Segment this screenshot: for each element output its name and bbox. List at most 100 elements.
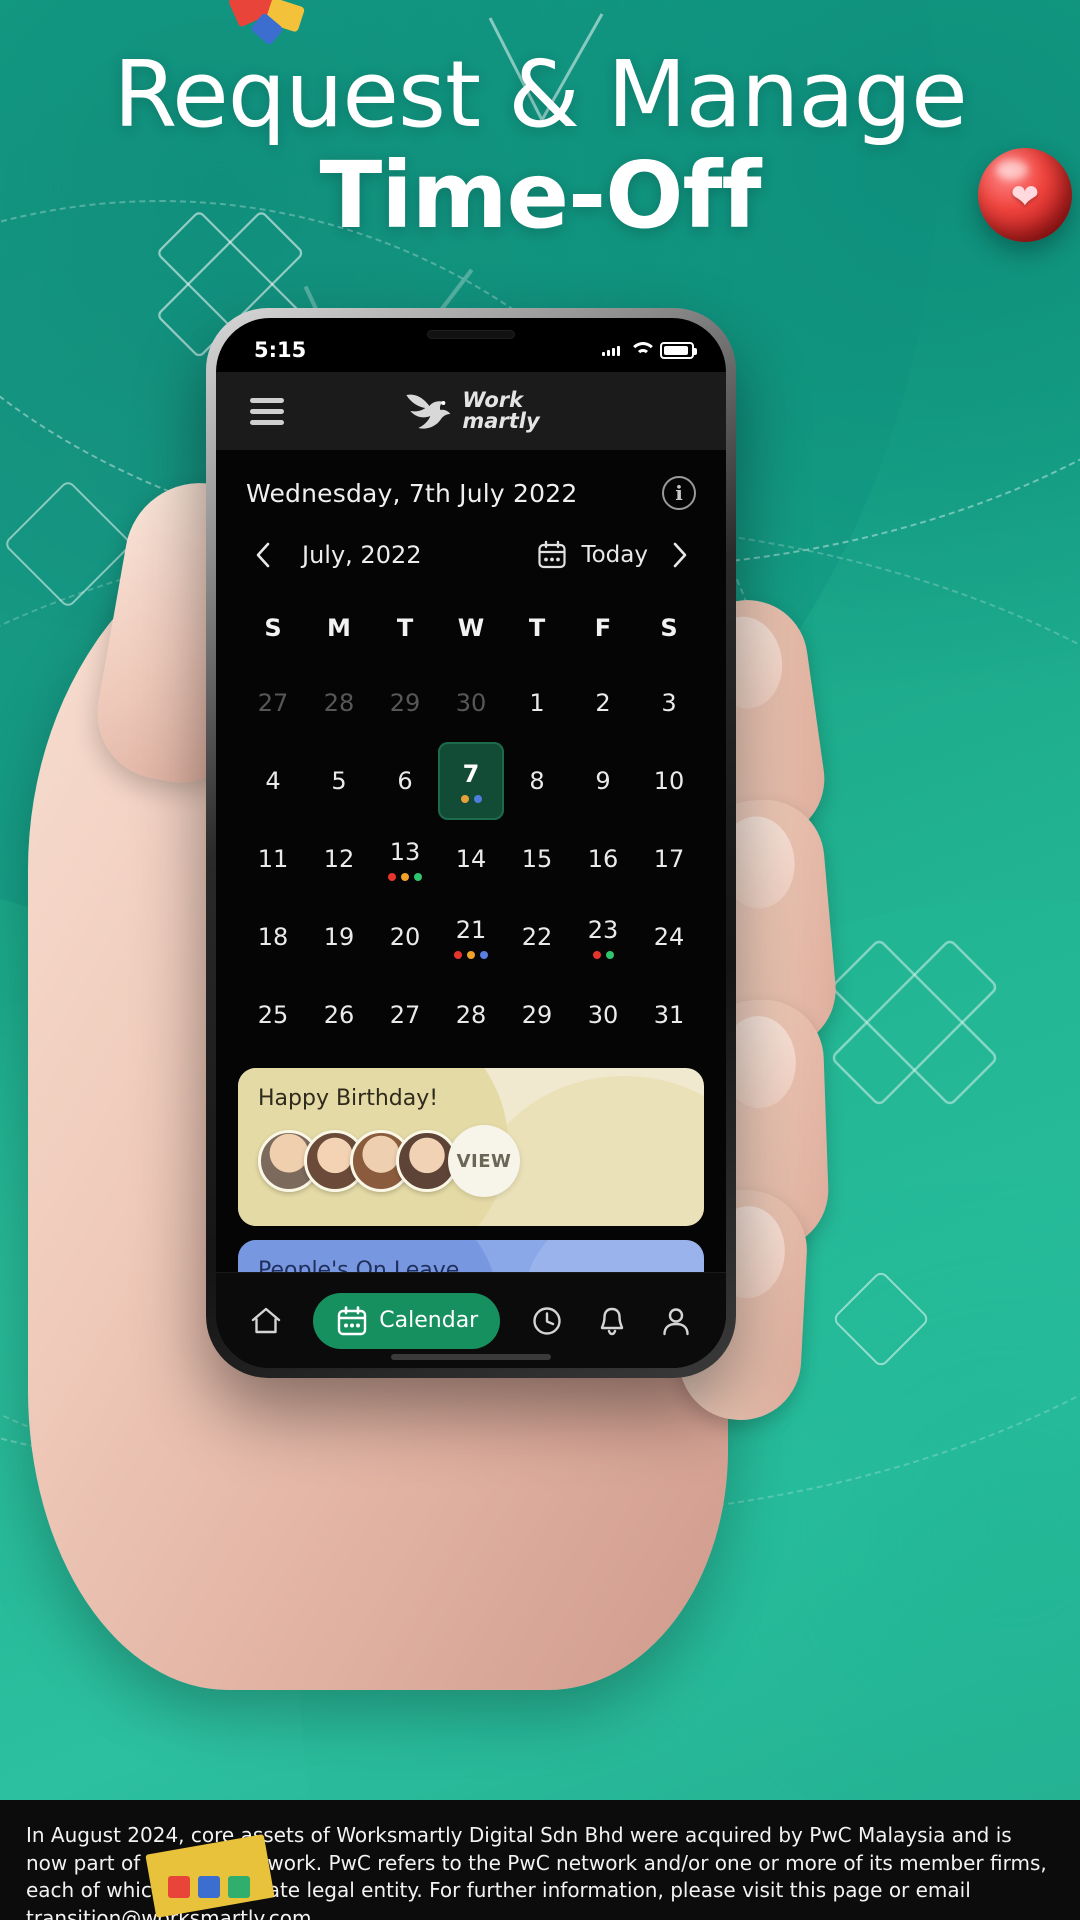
hand-holding-phone: 5:15 Work martly Wednesday, 7th July 202…	[0, 300, 1080, 1920]
calendar-day[interactable]: 24	[636, 898, 702, 976]
today-button[interactable]: Today	[537, 538, 696, 572]
card-title: Happy Birthday!	[258, 1086, 439, 1111]
home-indicator	[391, 1354, 551, 1360]
weekday-label: T	[528, 614, 546, 642]
event-dots	[454, 950, 488, 959]
promo-page: Request & Manage Time-Off ❤ 5:15 Work ma…	[0, 0, 1080, 1920]
headline-line-2: Time-Off	[319, 141, 762, 249]
calendar-day[interactable]: 28	[438, 976, 504, 1054]
calendar-day-number: 15	[521, 845, 553, 873]
month-navigation: July, 2022 Today	[216, 516, 726, 582]
calendar-day[interactable]: 28	[306, 664, 372, 742]
event-dot	[388, 872, 396, 881]
calendar-day-number: 22	[521, 923, 553, 951]
event-dot	[592, 950, 601, 959]
calendar-day[interactable]: 2	[570, 664, 636, 742]
info-icon[interactable]: i	[662, 476, 696, 510]
event-dot	[401, 872, 409, 881]
calendar-day[interactable]: 6	[372, 742, 438, 820]
month-label: July, 2022	[302, 541, 422, 569]
nav-label-calendar: Calendar	[379, 1308, 479, 1333]
calendar-day[interactable]: 25	[240, 976, 306, 1054]
calendar-day-number: 8	[529, 767, 545, 795]
calendar-day-number: 27	[389, 1001, 421, 1029]
calendar-day[interactable]: 27	[372, 976, 438, 1054]
brand-text: Work martly	[462, 390, 539, 432]
signal-bars-icon	[602, 344, 620, 356]
calendar-day[interactable]: 22	[504, 898, 570, 976]
calendar-day[interactable]: 29	[372, 664, 438, 742]
phone-mockup: 5:15 Work martly Wednesday, 7th July 202…	[206, 308, 736, 1378]
battery-icon	[660, 341, 697, 359]
calendar-day[interactable]: 21	[438, 898, 504, 976]
calendar-day-selected[interactable]: 7	[438, 742, 504, 820]
calendar-icon	[338, 1305, 367, 1335]
calendar-day-number: 30	[587, 1001, 619, 1029]
calendar-day-number: 1	[529, 689, 545, 717]
calendar-day-number: 26	[323, 1001, 355, 1029]
event-dots	[460, 794, 482, 803]
calendar-weeks: 27 28 29 30 1 2 3 4 5 6 7 8 9 10 11 12 13 14 15 16 17 18 19 20 2…	[240, 664, 702, 1054]
calendar-day-number: 7	[462, 759, 480, 788]
calendar-day-number: 31	[653, 1001, 685, 1029]
calendar-day[interactable]: 8	[504, 742, 570, 820]
calendar-week-row: 4 5 6 7 8 9 10	[240, 742, 702, 820]
calendar-day[interactable]: 3	[636, 664, 702, 742]
calendar-day-number: 21	[455, 915, 487, 944]
calendar-day[interactable]: 19	[306, 898, 372, 976]
calendar-day-number: 23	[587, 915, 619, 944]
weekday-label: M	[327, 614, 351, 642]
calendar-day[interactable]: 13	[372, 820, 438, 898]
calendar-day[interactable]: 15	[504, 820, 570, 898]
nav-item-calendar[interactable]: Calendar	[313, 1292, 501, 1349]
calendar-day[interactable]: 9	[570, 742, 636, 820]
calendar-day-number: 24	[653, 923, 685, 951]
nav-item-profile[interactable]	[659, 1304, 693, 1338]
event-dots	[592, 950, 614, 959]
calendar-day[interactable]: 20	[372, 898, 438, 976]
clock-icon	[533, 1306, 562, 1335]
calendar-day[interactable]: 14	[438, 820, 504, 898]
calendar-day[interactable]: 23	[570, 898, 636, 976]
chevron-right-icon[interactable]	[662, 538, 696, 572]
calendar-day[interactable]: 26	[306, 976, 372, 1054]
nav-item-alerts[interactable]	[595, 1304, 629, 1338]
avatar-group: VIEW	[258, 1125, 684, 1197]
today-label: Today	[581, 542, 648, 568]
calendar-day[interactable]: 16	[570, 820, 636, 898]
event-dot	[473, 794, 482, 803]
calendar-day[interactable]: 29	[504, 976, 570, 1054]
nav-item-time[interactable]	[530, 1304, 564, 1338]
app-logo: Work martly	[402, 389, 540, 433]
calendar-day[interactable]: 10	[636, 742, 702, 820]
event-dot	[605, 950, 614, 959]
calendar-day-number: 16	[587, 845, 619, 873]
view-button[interactable]: VIEW	[448, 1125, 520, 1197]
calendar-day[interactable]: 18	[240, 898, 306, 976]
calendar-week-row: 11 12 13 14 15 16 17	[240, 820, 702, 898]
calendar-day[interactable]: 27	[240, 664, 306, 742]
calendar-day[interactable]: 31	[636, 976, 702, 1054]
headline-line-1: Request & Manage	[113, 41, 967, 148]
person-icon	[663, 1307, 689, 1335]
calendar-day[interactable]: 12	[306, 820, 372, 898]
calendar-day[interactable]: 30	[438, 664, 504, 742]
calendar-week-row: 25 26 27 28 29 30 31	[240, 976, 702, 1054]
chevron-left-icon[interactable]	[246, 538, 280, 572]
calendar-day[interactable]: 5	[306, 742, 372, 820]
hamburger-menu-icon[interactable]	[250, 392, 284, 431]
calendar-day[interactable]: 4	[240, 742, 306, 820]
weekday-label: T	[396, 614, 414, 642]
calendar-day[interactable]: 11	[240, 820, 306, 898]
weekday-label: F	[594, 614, 612, 642]
calendar-day-number: 20	[389, 923, 421, 951]
calendar-day[interactable]: 17	[636, 820, 702, 898]
birthday-card[interactable]: Happy Birthday! VIEW	[238, 1068, 704, 1226]
calendar-day-number: 30	[455, 689, 487, 717]
calendar-day-number: 25	[257, 1001, 289, 1029]
calendar-day[interactable]: 30	[570, 976, 636, 1054]
calendar-day-number: 17	[653, 845, 685, 873]
calendar-day[interactable]: 1	[504, 664, 570, 742]
nav-item-home[interactable]	[249, 1304, 283, 1338]
calendar-day-number: 3	[661, 689, 677, 717]
